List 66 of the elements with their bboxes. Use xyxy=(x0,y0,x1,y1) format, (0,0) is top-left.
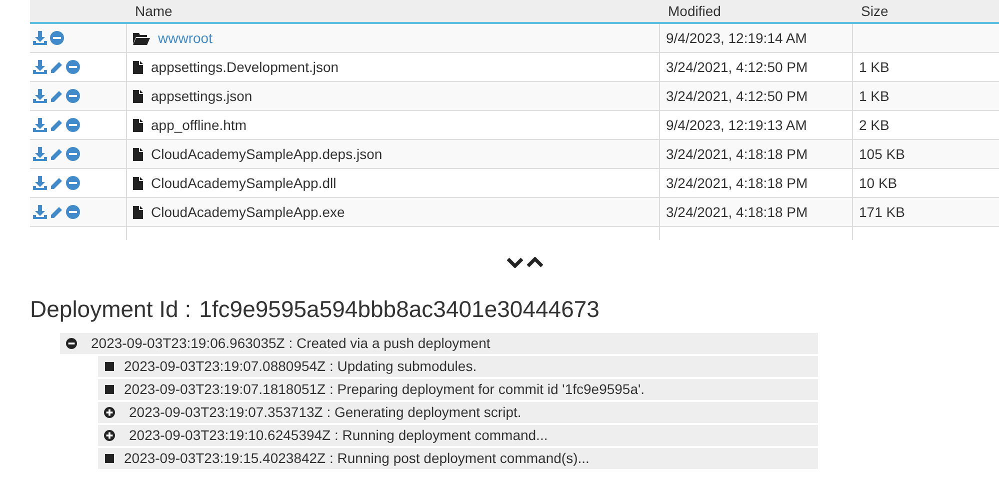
download-icon[interactable] xyxy=(33,31,47,45)
modified-date: 3/24/2021, 4:18:18 PM xyxy=(666,202,808,222)
folder-link[interactable]: wwwroot xyxy=(158,28,212,48)
file-icon xyxy=(133,60,143,74)
remove-icon[interactable] xyxy=(50,31,64,45)
modified-date: 3/24/2021, 4:18:18 PM xyxy=(666,174,808,192)
file-size: 10 KB xyxy=(859,174,898,192)
remove-icon[interactable] xyxy=(66,118,80,132)
pencil-icon[interactable] xyxy=(50,176,63,190)
pencil-icon[interactable] xyxy=(50,90,63,102)
square-icon xyxy=(105,454,114,462)
file-icon xyxy=(133,118,143,132)
file-icon xyxy=(133,90,143,102)
modified-date: 3/24/2021, 4:12:50 PM xyxy=(666,86,808,106)
download-icon[interactable] xyxy=(33,118,47,132)
modified-date: 9/4/2023, 12:19:13 AM xyxy=(666,116,807,134)
pencil-icon[interactable] xyxy=(50,148,63,160)
column-header: Name xyxy=(135,2,172,20)
file-size: 171 KB xyxy=(859,202,905,222)
pencil-icon[interactable] xyxy=(50,60,63,74)
modified-date: 9/4/2023, 12:19:14 AM xyxy=(666,28,807,48)
file-name: appsettings.Development.json xyxy=(151,58,339,77)
download-icon[interactable] xyxy=(33,205,47,219)
file-size: 1 KB xyxy=(859,86,890,106)
expand-icon[interactable] xyxy=(104,406,115,418)
modified-date: 3/24/2021, 4:12:50 PM xyxy=(666,58,808,76)
file-icon xyxy=(133,176,143,190)
log-text: 2023-09-03T23:19:07.1818051Z : Preparing deployment for commit id '1fc9e9595a'. xyxy=(124,380,645,399)
download-icon[interactable] xyxy=(33,60,47,74)
file-name: CloudAcademySampleApp.dll xyxy=(151,174,336,193)
file-name: CloudAcademySampleApp.deps.json xyxy=(151,144,382,164)
remove-icon[interactable] xyxy=(66,147,80,161)
log-text: 2023-09-03T23:19:07.0880954Z : Updating submodules. xyxy=(124,356,477,376)
log-text: 2023-09-03T23:19:06.963035Z : Created via a push deployment xyxy=(91,334,490,353)
download-icon[interactable] xyxy=(33,176,47,190)
remove-icon[interactable] xyxy=(66,176,80,190)
file-name: CloudAcademySampleApp.exe xyxy=(151,202,345,222)
square-icon xyxy=(105,384,114,394)
file-size: 105 KB xyxy=(859,144,905,164)
file-icon xyxy=(133,206,143,218)
expand-icon[interactable] xyxy=(104,430,115,440)
download-icon[interactable] xyxy=(33,89,47,103)
log-text: 2023-09-03T23:19:10.6245394Z : Running deployment command... xyxy=(129,426,548,445)
folder-icon xyxy=(133,32,150,44)
log-text: 2023-09-03T23:19:15.4023842Z : Running post deployment command(s)... xyxy=(124,448,590,468)
chevron-up-icon[interactable] xyxy=(526,257,542,268)
file-name: appsettings.json xyxy=(151,86,252,106)
file-size: 2 KB xyxy=(859,116,890,134)
column-header: Size xyxy=(861,2,888,20)
file-name: app_offline.htm xyxy=(151,116,246,135)
deployment-label: Deployment Id : xyxy=(30,295,192,324)
deployment-id: 1fc9e9595a594bbb8ac3401e30444673 xyxy=(199,295,600,324)
remove-icon[interactable] xyxy=(66,205,80,219)
collapse-icon[interactable] xyxy=(66,338,77,348)
log-text: 2023-09-03T23:19:07.353713Z : Generating deployment script. xyxy=(129,402,522,422)
download-icon[interactable] xyxy=(33,147,47,161)
column-header: Modified xyxy=(668,2,721,20)
chevron-down-icon[interactable] xyxy=(506,257,522,268)
pencil-icon[interactable] xyxy=(50,206,63,218)
file-size: 1 KB xyxy=(859,58,890,76)
remove-icon[interactable] xyxy=(66,60,80,74)
remove-icon[interactable] xyxy=(66,89,80,103)
file-icon xyxy=(133,148,143,160)
modified-date: 3/24/2021, 4:18:18 PM xyxy=(666,144,808,164)
square-icon xyxy=(105,362,114,370)
pencil-icon[interactable] xyxy=(50,118,63,132)
